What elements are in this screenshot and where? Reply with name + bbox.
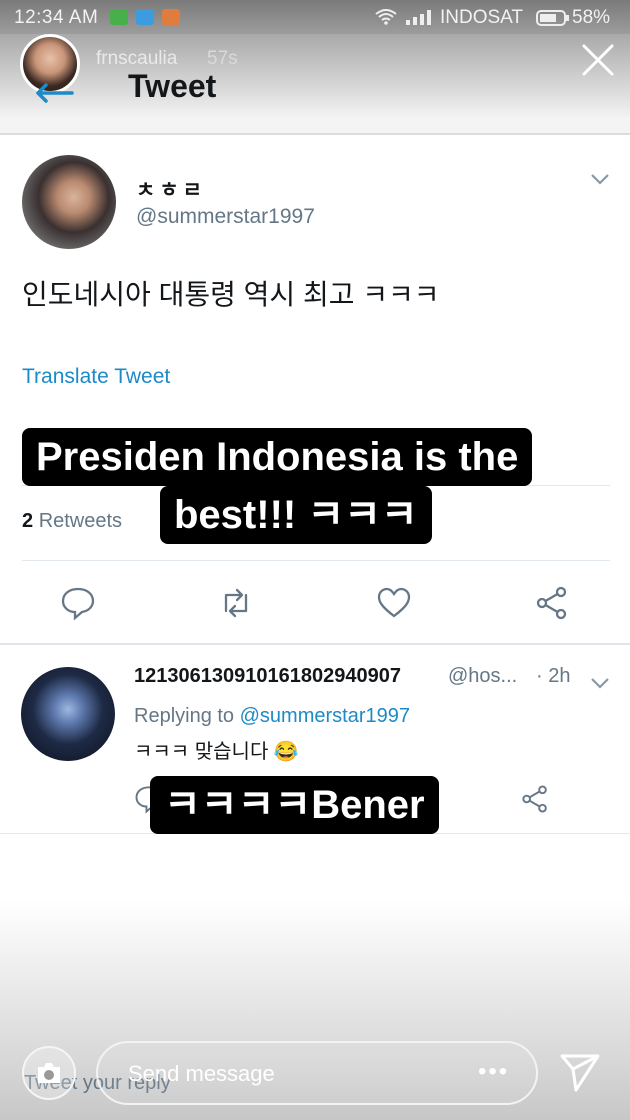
line-app-icon — [110, 9, 128, 25]
retweet-icon[interactable] — [218, 585, 254, 621]
reply-author-avatar[interactable] — [21, 667, 115, 761]
wifi-icon — [375, 9, 397, 25]
status-time: 12:34 AM — [14, 7, 99, 28]
battery-percent: 58% — [572, 7, 611, 28]
send-message-placeholder: Send message — [128, 1061, 275, 1086]
divider — [22, 560, 610, 561]
author-avatar[interactable] — [22, 155, 116, 249]
translate-tweet-link[interactable]: Translate Tweet — [22, 365, 170, 389]
retweet-label: Retweets — [38, 510, 123, 532]
reply-text: ㅋㅋㅋ 맞습니다 😂 — [134, 741, 299, 763]
more-icon[interactable]: ••• — [478, 1058, 509, 1086]
header-divider — [0, 133, 630, 135]
replying-to: Replying to @summerstar1997 — [134, 705, 410, 728]
send-icon[interactable] — [558, 1050, 602, 1094]
gallery-app-icon — [162, 9, 180, 25]
reply-author-handle[interactable]: @hos... — [448, 665, 517, 688]
replying-handle-link[interactable]: @summerstar1997 — [240, 705, 410, 727]
back-arrow-icon[interactable] — [34, 82, 74, 104]
share-icon[interactable] — [534, 585, 570, 621]
story-text-sticker-reply: ㅋㅋㅋㅋBener — [150, 776, 439, 834]
like-icon[interactable] — [376, 585, 412, 621]
signal-icon — [406, 10, 431, 25]
story-username[interactable]: frnscaulia — [96, 48, 177, 70]
twitter-app-icon — [136, 9, 154, 25]
story-text-sticker-line1: Presiden Indonesia is the — [22, 428, 533, 486]
reply-timestamp: · 2h — [536, 665, 571, 687]
story-header: frnscaulia 57s Tweet — [0, 34, 630, 134]
share-icon[interactable] — [520, 784, 550, 814]
tweet-text: 인도네시아 대통령 역시 최고 ㅋㅋㅋ — [22, 279, 440, 310]
chevron-down-icon[interactable] — [590, 676, 610, 690]
story-time-ago: 57s — [207, 48, 238, 69]
reply-icon[interactable] — [60, 585, 96, 621]
close-icon[interactable] — [578, 40, 618, 80]
reply-author-name[interactable]: 1213061309101618029409​07 — [134, 665, 401, 688]
retweet-count: 2 — [22, 510, 34, 532]
camera-button[interactable] — [22, 1046, 76, 1100]
chevron-down-icon[interactable] — [590, 172, 610, 186]
retweet-stats[interactable]: 2 Retweets — [22, 510, 122, 533]
replying-label: Replying to — [134, 705, 235, 727]
carrier-label: INDOSAT — [440, 7, 524, 28]
page-title: Tweet — [128, 68, 217, 104]
story-text-sticker-line2: best!!! ㅋㅋㅋ — [160, 486, 432, 544]
divider — [0, 643, 630, 645]
camera-icon — [38, 1063, 60, 1083]
battery-icon — [536, 10, 569, 26]
author-handle[interactable]: @summerstar1997 — [136, 205, 315, 229]
status-bar: 12:34 AM INDOSAT 58% — [0, 0, 630, 34]
author-name[interactable]: ㅊㅎㄹ — [136, 174, 206, 204]
